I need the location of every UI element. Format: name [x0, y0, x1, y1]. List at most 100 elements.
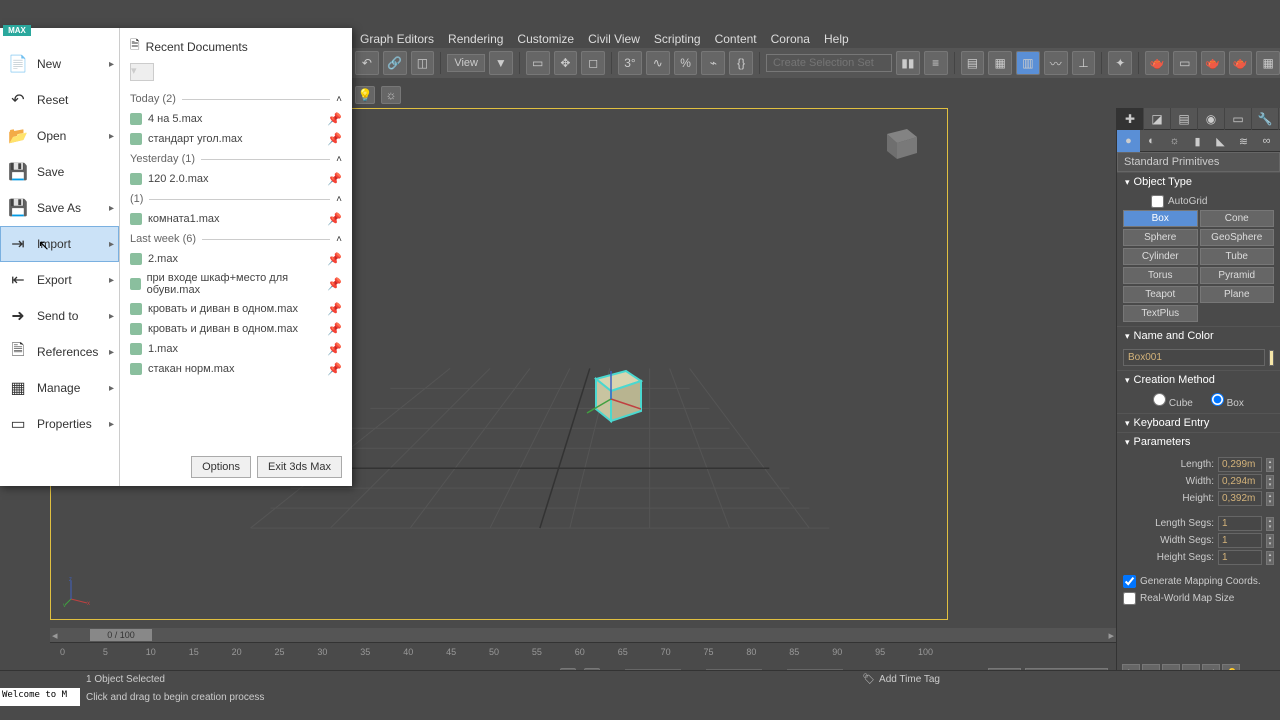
menu-help[interactable]: Help	[824, 32, 849, 46]
recent-file-item[interactable]: 2.max📌	[130, 249, 342, 269]
render-frame-icon[interactable]: ▭	[1173, 51, 1197, 75]
percent-icon[interactable]: %	[674, 51, 698, 75]
lights-icon[interactable]: ☼	[1163, 130, 1186, 152]
object-color-swatch[interactable]	[1269, 350, 1274, 366]
pin-icon[interactable]: 📌	[327, 302, 342, 316]
textplus-button[interactable]: TextPlus	[1123, 305, 1198, 322]
render-setup-icon[interactable]: 🫖	[1145, 51, 1169, 75]
keyboard-entry-header[interactable]: Keyboard Entry	[1117, 413, 1280, 432]
cone-button[interactable]: Cone	[1200, 210, 1275, 227]
object-type-header[interactable]: Object Type	[1117, 172, 1280, 191]
recent-file-item[interactable]: 1.max📌	[130, 339, 342, 359]
link-icon[interactable]: 🔗	[383, 51, 407, 75]
helpers-icon[interactable]: ◣	[1209, 130, 1232, 152]
light-icon[interactable]: ☼	[381, 86, 401, 104]
box-radio[interactable]: Box	[1211, 393, 1244, 409]
time-slider-knob[interactable]: 0 / 100	[90, 629, 152, 641]
menu-scripting[interactable]: Scripting	[654, 32, 701, 46]
torus-button[interactable]: Torus	[1123, 267, 1198, 284]
systems-icon[interactable]: ∞	[1255, 130, 1278, 152]
material-icon[interactable]: ✦	[1108, 51, 1132, 75]
pyramid-button[interactable]: Pyramid	[1200, 267, 1275, 284]
recent-file-item[interactable]: 120 2.0.max📌	[130, 169, 342, 189]
pin-icon[interactable]: 📌	[327, 212, 342, 226]
bulb-icon[interactable]: 💡	[355, 86, 375, 104]
time-ruler[interactable]: 0510152025303540455055606570758085909510…	[50, 642, 1116, 660]
file-menu-reset[interactable]: ↶Reset	[0, 82, 119, 118]
length-input[interactable]	[1218, 457, 1262, 472]
display-tab[interactable]: ▭	[1225, 108, 1252, 130]
pin-icon[interactable]: 📌	[327, 277, 342, 291]
file-menu-open[interactable]: 📂Open▸	[0, 118, 119, 154]
snap-icon[interactable]: ⌁	[701, 51, 725, 75]
manipulate-icon[interactable]: {}	[729, 51, 753, 75]
recent-file-item[interactable]: комната1.max📌	[130, 209, 342, 229]
recent-file-item[interactable]: при входе шкаф+место для обуви.max📌	[130, 269, 342, 299]
menu-graph-editors[interactable]: Graph Editors	[360, 32, 434, 46]
add-time-tag[interactable]: 🏷Add Time Tag	[862, 674, 940, 685]
layers-icon[interactable]: ▤	[961, 51, 985, 75]
primitive-category-dropdown[interactable]: Standard Primitives	[1117, 152, 1280, 172]
recent-file-item[interactable]: стандарт угол.max📌	[130, 129, 342, 149]
height-segs-input[interactable]	[1218, 550, 1262, 565]
recent-file-item[interactable]: кровать и диван в одном.max📌	[130, 319, 342, 339]
view-dropdown[interactable]: View	[447, 54, 485, 72]
width-input[interactable]	[1218, 474, 1262, 489]
selection-set-dropdown[interactable]	[766, 54, 892, 72]
file-menu-send-to[interactable]: ➜Send to▸	[0, 298, 119, 334]
collapse-icon[interactable]: ˄	[336, 94, 342, 105]
utilities-tab[interactable]: 🔧	[1252, 108, 1279, 130]
render-icon[interactable]: ▦	[1256, 51, 1280, 75]
filter-icon[interactable]: ▼	[489, 51, 513, 75]
hierarchy-tab[interactable]: ▤	[1171, 108, 1198, 130]
curve-icon[interactable]: ∿	[646, 51, 670, 75]
geometry-icon[interactable]: ●	[1117, 130, 1140, 152]
file-menu-properties[interactable]: ▭Properties▸	[0, 406, 119, 442]
height-segs-spinner[interactable]: ▴▾	[1266, 551, 1274, 565]
selection-icon[interactable]: ◫	[411, 51, 435, 75]
motion-tab[interactable]: ◉	[1198, 108, 1225, 130]
teapot-icon[interactable]: 🫖	[1201, 51, 1225, 75]
recent-file-item[interactable]: стакан норм.max📌	[130, 359, 342, 379]
box-button[interactable]: Box	[1123, 210, 1198, 227]
file-menu-references[interactable]: 🗎References▸	[0, 334, 119, 370]
menu-customize[interactable]: Customize	[517, 32, 574, 46]
pin-icon[interactable]: 📌	[327, 252, 342, 266]
sphere-button[interactable]: Sphere	[1123, 229, 1198, 246]
recent-group-header[interactable]: (1)˄	[130, 193, 342, 205]
rotate-icon[interactable]: 3°	[618, 51, 642, 75]
geosphere-button[interactable]: GeoSphere	[1200, 229, 1275, 246]
width-segs-input[interactable]	[1218, 533, 1262, 548]
cube-radio[interactable]: Cube	[1153, 393, 1193, 409]
view-cube[interactable]	[867, 119, 927, 164]
creation-method-header[interactable]: Creation Method	[1117, 370, 1280, 389]
create-tab[interactable]: ✚	[1117, 108, 1144, 130]
shapes-icon[interactable]: ◐	[1140, 130, 1163, 152]
menu-content[interactable]: Content	[715, 32, 757, 46]
width-spinner[interactable]: ▴▾	[1266, 475, 1274, 489]
plane-button[interactable]: Plane	[1200, 286, 1275, 303]
file-menu-save[interactable]: 💾Save	[0, 154, 119, 190]
teapot-button[interactable]: Teapot	[1123, 286, 1198, 303]
teapot2-icon[interactable]: 🫖	[1229, 51, 1253, 75]
menu-civil-view[interactable]: Civil View	[588, 32, 640, 46]
options-button[interactable]: Options	[191, 456, 251, 478]
pin-icon[interactable]: 📌	[327, 342, 342, 356]
recent-file-item[interactable]: 4 на 5.max📌	[130, 109, 342, 129]
pin-icon[interactable]: 📌	[327, 112, 342, 126]
menu-rendering[interactable]: Rendering	[448, 32, 503, 46]
recent-group-header[interactable]: Yesterday (1)˄	[130, 153, 342, 165]
height-input[interactable]	[1218, 491, 1262, 506]
name-and-color-header[interactable]: Name and Color	[1117, 326, 1280, 345]
pin-icon[interactable]: 📌	[327, 362, 342, 376]
window-icon[interactable]: ◻	[581, 51, 605, 75]
length-segs-spinner[interactable]: ▴▾	[1266, 517, 1274, 531]
pin-icon[interactable]: 📌	[327, 172, 342, 186]
gen-mapping-checkbox[interactable]	[1123, 575, 1136, 588]
cylinder-button[interactable]: Cylinder	[1123, 248, 1198, 265]
space-warps-icon[interactable]: ≋	[1232, 130, 1255, 152]
time-slider[interactable]: ◂ 0 / 100 ▸	[50, 628, 1116, 642]
schematic-icon[interactable]: ⊥	[1072, 51, 1096, 75]
file-menu-new[interactable]: 📄New▸	[0, 46, 119, 82]
autogrid-checkbox[interactable]	[1151, 195, 1164, 208]
